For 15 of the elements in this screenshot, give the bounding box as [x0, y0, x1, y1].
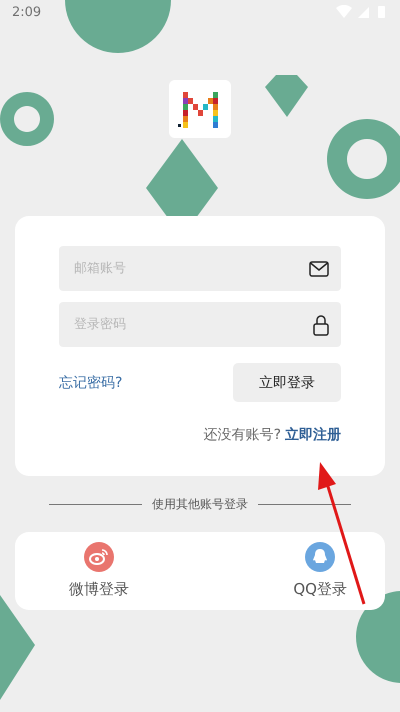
- app-logo: [169, 80, 231, 138]
- ring-shape: [0, 92, 54, 146]
- email-field[interactable]: 邮箱账号: [59, 246, 341, 291]
- register-prompt: 还没有账号?: [204, 426, 281, 444]
- gem-shape: [265, 75, 308, 117]
- social-login-button[interactable]: 微博登录: [63, 532, 135, 610]
- register-link[interactable]: 立即注册: [285, 426, 341, 444]
- mail-icon: [309, 260, 329, 276]
- divider-label: 使用其他账号登录: [152, 496, 248, 513]
- lock-icon: [313, 314, 329, 336]
- login-button[interactable]: 立即登录: [233, 363, 341, 402]
- social-login-button[interactable]: QQ登录: [287, 532, 353, 610]
- forgot-password-link[interactable]: 忘记密码?: [59, 374, 122, 392]
- password-field[interactable]: 登录密码: [59, 302, 341, 347]
- status-time: 2:09: [12, 4, 42, 20]
